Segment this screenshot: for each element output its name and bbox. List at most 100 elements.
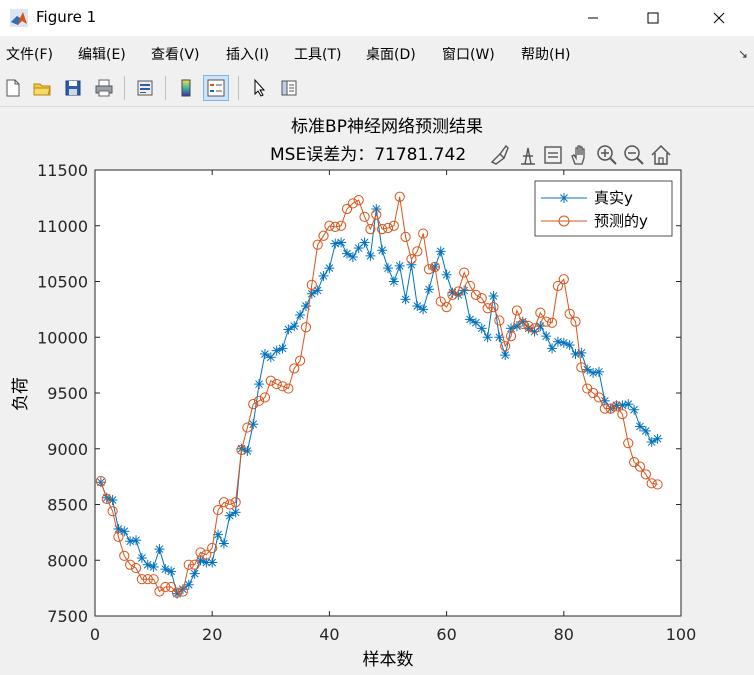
data-point-series1 bbox=[400, 294, 411, 305]
menu-insert[interactable]: 插入(I) bbox=[226, 44, 269, 64]
pointer-button[interactable] bbox=[246, 75, 272, 101]
window-titlebar: Figure 1 bbox=[0, 0, 754, 36]
menu-edit[interactable]: 编辑(E) bbox=[78, 44, 126, 64]
y-tick-label: 9000 bbox=[47, 440, 88, 459]
toolbar-separator bbox=[165, 76, 166, 100]
new-figure-button[interactable] bbox=[0, 75, 26, 101]
menu-window[interactable]: 窗口(W) bbox=[442, 44, 495, 64]
y-tick-label: 11500 bbox=[37, 161, 88, 180]
data-point-series1 bbox=[265, 352, 276, 363]
data-point-series1 bbox=[277, 343, 288, 354]
data-point-series1 bbox=[254, 379, 265, 390]
data-point-series1 bbox=[148, 561, 159, 572]
open-file-icon bbox=[33, 83, 51, 96]
x-tick-label: 60 bbox=[436, 625, 456, 644]
link-plot-icon bbox=[137, 80, 153, 96]
data-point-series1 bbox=[289, 321, 300, 332]
toolbar-separator bbox=[124, 76, 125, 100]
x-tick-label: 0 bbox=[90, 625, 100, 644]
data-point-series1 bbox=[242, 445, 253, 456]
menu-file[interactable]: 文件(F) bbox=[6, 44, 53, 64]
legend-icon bbox=[207, 79, 225, 97]
legend-label-series1: 真实y bbox=[594, 189, 633, 207]
new-figure-icon bbox=[6, 79, 20, 97]
data-point-series1 bbox=[248, 419, 259, 430]
data-point-series1 bbox=[383, 263, 393, 274]
print-button[interactable] bbox=[91, 75, 117, 101]
print-icon bbox=[95, 79, 113, 97]
figure-toolbar bbox=[0, 72, 754, 107]
menu-desktop[interactable]: 桌面(D) bbox=[366, 44, 416, 64]
data-point-series1 bbox=[593, 366, 604, 377]
data-point-series1 bbox=[629, 404, 640, 415]
link-plot-button[interactable] bbox=[132, 75, 158, 101]
close-button[interactable] bbox=[696, 0, 742, 36]
y-tick-label: 11000 bbox=[37, 217, 88, 236]
chart-subtitle: MSE误差为：71781.742 bbox=[270, 145, 466, 165]
menu-tools[interactable]: 工具(T) bbox=[294, 44, 341, 64]
data-point-series1 bbox=[388, 276, 399, 287]
property-editor-icon bbox=[281, 80, 297, 96]
chart: 标准BP神经网络预测结果 MSE误差为：71781.742 0 20 40 60 80 1… bbox=[11, 117, 697, 670]
figure-canvas: 标准BP神经网络预测结果 MSE误差为：71781.742 0 20 40 60 80 1… bbox=[0, 107, 754, 671]
colorbar-icon bbox=[181, 79, 191, 97]
y-tick-label: 10500 bbox=[37, 273, 88, 292]
x-tick-label: 100 bbox=[666, 625, 697, 644]
legend-marker-series1 bbox=[559, 193, 569, 203]
minimize-icon bbox=[588, 17, 598, 19]
x-tick-label: 80 bbox=[554, 625, 574, 644]
data-point-series1 bbox=[347, 251, 358, 262]
menu-help[interactable]: 帮助(H) bbox=[521, 44, 570, 64]
data-point-series1 bbox=[652, 433, 663, 444]
matlab-logo-icon bbox=[10, 9, 28, 27]
maximize-icon bbox=[647, 12, 659, 24]
menu-bar: 文件(F) 编辑(E) 查看(V) 插入(I) 工具(T) 桌面(D) 窗口(W… bbox=[0, 38, 754, 70]
x-tick-label: 40 bbox=[319, 625, 339, 644]
data-point-series1 bbox=[482, 332, 493, 343]
data-point-series1 bbox=[131, 535, 142, 546]
data-point-series1 bbox=[488, 290, 499, 301]
data-point-series1 bbox=[500, 350, 511, 361]
data-point-series1 bbox=[336, 237, 347, 248]
menu-view[interactable]: 查看(V) bbox=[151, 44, 200, 64]
save-icon bbox=[65, 80, 81, 96]
data-point-series1 bbox=[640, 425, 651, 436]
y-tick-label: 9500 bbox=[47, 384, 88, 403]
data-point-series1 bbox=[547, 343, 558, 354]
property-editor-button[interactable] bbox=[276, 75, 302, 101]
data-point-series1 bbox=[418, 304, 429, 315]
pointer-icon bbox=[254, 78, 266, 97]
y-tick-label: 8500 bbox=[47, 496, 88, 515]
y-tick-label: 10000 bbox=[37, 328, 88, 347]
chart-title: 标准BP神经网络预测结果 bbox=[291, 117, 483, 137]
data-point-series1 bbox=[359, 237, 370, 248]
data-point-series1 bbox=[564, 340, 575, 351]
save-button[interactable] bbox=[60, 75, 86, 101]
menu-overflow-icon[interactable]: ↘ bbox=[738, 47, 748, 61]
colorbar-button[interactable] bbox=[173, 75, 199, 101]
x-tick-label: 20 bbox=[202, 625, 222, 644]
data-point-series1 bbox=[634, 421, 645, 432]
window-title: Figure 1 bbox=[36, 8, 97, 26]
data-point-series1 bbox=[324, 263, 335, 274]
axes-toolbar bbox=[484, 141, 682, 167]
minimize-button[interactable] bbox=[570, 0, 616, 36]
data-point-series1 bbox=[189, 568, 200, 579]
legend-button[interactable] bbox=[203, 75, 229, 101]
data-point-series1 bbox=[365, 250, 376, 261]
data-point-series1 bbox=[119, 526, 130, 537]
data-point-series1 bbox=[441, 269, 452, 280]
toolbar-separator bbox=[238, 76, 239, 100]
maximize-button[interactable] bbox=[630, 0, 676, 36]
x-axis-label: 样本数 bbox=[363, 650, 414, 670]
data-point-series1 bbox=[424, 284, 435, 295]
legend[interactable]: 真实y 预测的y bbox=[534, 180, 673, 237]
close-icon bbox=[713, 12, 725, 24]
y-axis-label: 负荷 bbox=[11, 377, 31, 411]
data-point-series1 bbox=[377, 245, 388, 256]
data-point-series1 bbox=[406, 259, 417, 270]
y-tick-label: 8000 bbox=[47, 551, 88, 570]
legend-label-series2: 预测的y bbox=[594, 212, 648, 230]
y-tick-label: 7500 bbox=[47, 607, 88, 626]
open-file-button[interactable] bbox=[29, 75, 55, 101]
